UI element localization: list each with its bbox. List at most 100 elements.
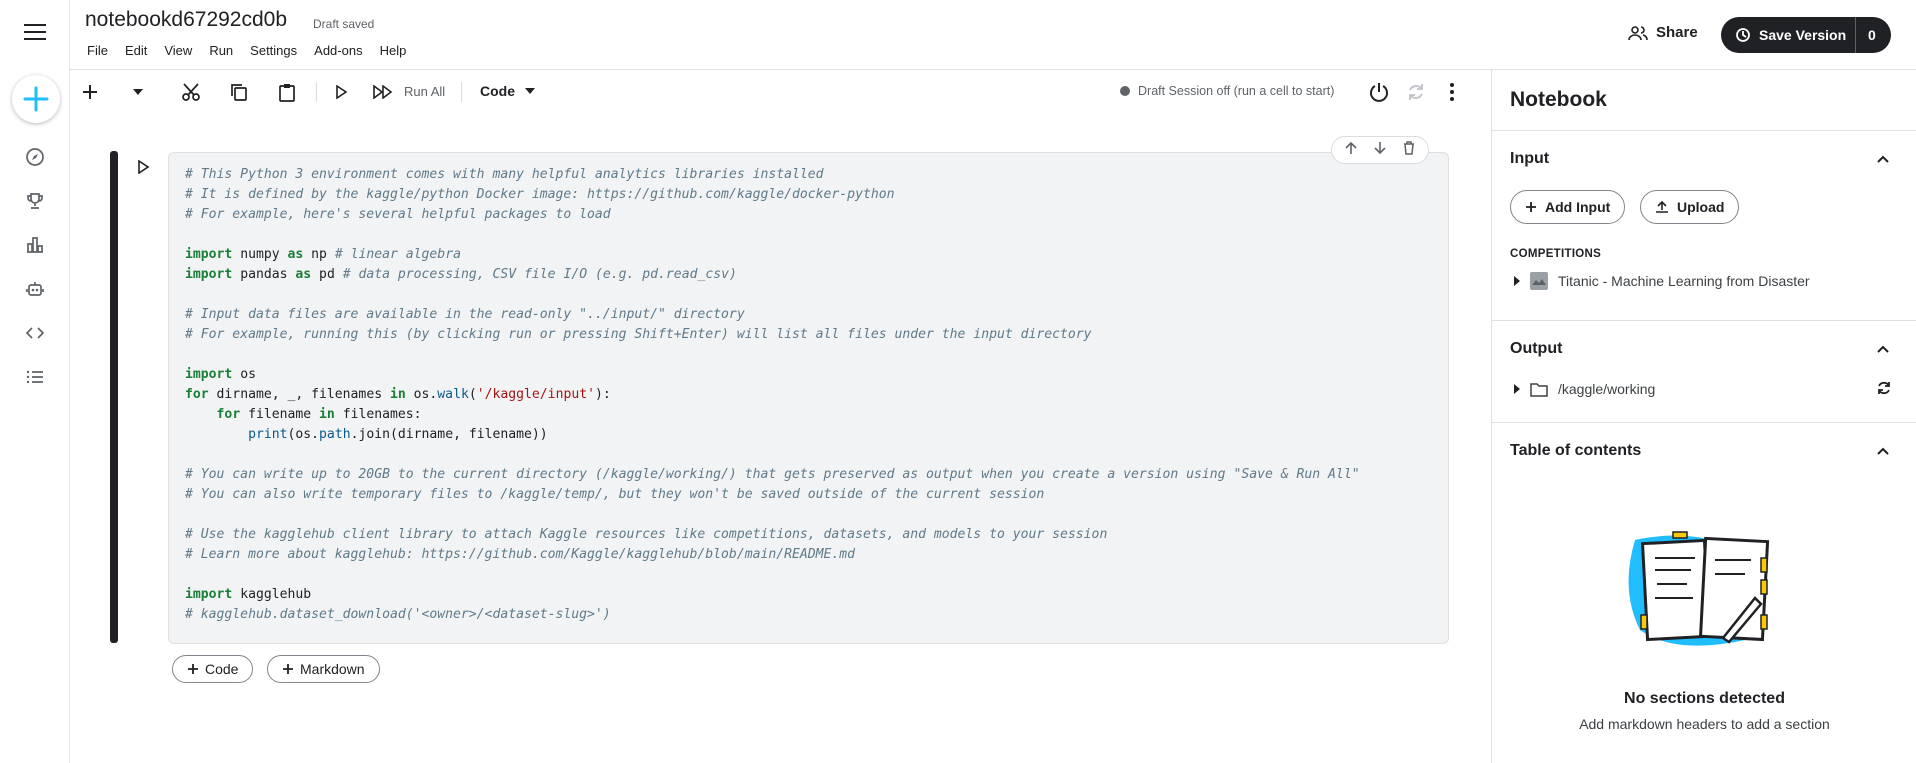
output-path: /kaggle/working <box>1558 381 1656 397</box>
copy-button[interactable] <box>228 81 250 103</box>
code-token: # kagglehub.dataset_download('<owner>/<d… <box>185 607 611 622</box>
code-token: os <box>232 367 256 382</box>
divider <box>1492 130 1916 131</box>
menu-icon[interactable] <box>24 24 46 40</box>
chevron-up-icon[interactable] <box>1876 444 1890 458</box>
code-token: walk <box>437 387 469 402</box>
code-token: np <box>303 247 335 262</box>
code-token: pd <box>311 267 343 282</box>
menu-item-file[interactable]: File <box>87 43 108 58</box>
divider <box>1492 320 1916 321</box>
run-icon <box>138 159 150 175</box>
code-token: # It is defined by the kaggle/python Doc… <box>185 187 895 202</box>
move-up-button[interactable] <box>1344 141 1358 160</box>
more-vert-icon <box>1450 83 1454 101</box>
menu-item-view[interactable]: View <box>164 43 192 58</box>
share-button[interactable]: Share <box>1628 24 1698 41</box>
code-token: # data processing, CSV file I/O (e.g. pd… <box>342 267 737 282</box>
code-line: # Learn more about kagglehub: https://gi… <box>185 545 1360 565</box>
session-status-text: Draft Session off (run a cell to start) <box>1138 84 1335 98</box>
code-editor[interactable]: # This Python 3 environment comes with m… <box>185 165 1360 625</box>
save-version-button[interactable]: Save Version 0 <box>1721 17 1891 53</box>
more-options-button[interactable] <box>1441 81 1463 103</box>
code-line: # For example, running this (by clicking… <box>185 325 1360 345</box>
chevron-up-icon[interactable] <box>1876 152 1890 166</box>
code-line: # It is defined by the kaggle/python Doc… <box>185 185 1360 205</box>
table-icon[interactable] <box>24 234 46 256</box>
input-heading[interactable]: Input <box>1510 150 1549 168</box>
competition-item[interactable]: Titanic - Machine Learning from Disaster <box>1514 272 1810 290</box>
add-cell-dropdown[interactable] <box>127 81 149 103</box>
cell-actions <box>1331 136 1429 164</box>
plus-icon <box>23 86 49 112</box>
code-line: # kagglehub.dataset_download('<owner>/<d… <box>185 605 1360 625</box>
left-rail <box>0 0 70 763</box>
plus-icon <box>283 664 293 674</box>
add-markdown-cell-button[interactable]: Markdown <box>267 655 380 683</box>
version-count[interactable]: 0 <box>1855 17 1891 53</box>
power-button[interactable] <box>1368 81 1390 103</box>
menu-item-add-ons[interactable]: Add-ons <box>314 43 362 58</box>
code-line: import kagglehub <box>185 585 1360 605</box>
code-token: # linear algebra <box>334 247 461 262</box>
trash-icon <box>1404 140 1415 155</box>
cut-button[interactable] <box>180 81 202 103</box>
code-line: for filename in filenames: <box>185 405 1360 425</box>
menu-item-run[interactable]: Run <box>209 43 233 58</box>
competition-name: Titanic - Machine Learning from Disaster <box>1558 273 1810 289</box>
delete-cell-button[interactable] <box>1402 140 1416 160</box>
chevron-up-icon[interactable] <box>1876 342 1890 356</box>
cell-type-select[interactable]: Code <box>480 83 535 99</box>
paste-button[interactable] <box>276 81 298 103</box>
toolbar-divider <box>461 82 462 102</box>
code-token: # This Python 3 environment comes with m… <box>185 167 824 182</box>
people-icon <box>1628 25 1648 40</box>
sync-icon[interactable] <box>1876 380 1892 396</box>
no-sections-hint: Add markdown headers to add a section <box>1579 716 1830 732</box>
code-line: import numpy as np # linear algebra <box>185 245 1360 265</box>
add-code-cell-button[interactable]: Code <box>172 655 254 683</box>
notebook-side-panel: Notebook Input Add Input Upload COMPETIT… <box>1491 70 1916 763</box>
folder-icon <box>1530 382 1548 397</box>
menu-item-edit[interactable]: Edit <box>125 43 147 58</box>
arrow-down-icon <box>1374 141 1386 154</box>
run-cell-button[interactable] <box>330 81 352 103</box>
toc-heading[interactable]: Table of contents <box>1510 442 1641 460</box>
robot-icon[interactable] <box>24 278 46 300</box>
code-token: # For example, running this (by clicking… <box>185 327 1092 342</box>
restart-button[interactable] <box>1405 81 1427 103</box>
output-folder-item[interactable]: /kaggle/working <box>1514 381 1655 397</box>
code-token: # Use the kagglehub client library to at… <box>185 527 1108 542</box>
compass-icon[interactable] <box>24 146 46 168</box>
upload-button[interactable]: Upload <box>1640 190 1740 224</box>
code-token: print <box>248 427 288 442</box>
add-cell-button[interactable] <box>79 81 101 103</box>
code-token: ( <box>468 387 477 402</box>
list-icon[interactable] <box>24 366 46 388</box>
menu-item-help[interactable]: Help <box>380 43 407 58</box>
caret-right-icon <box>1514 276 1520 286</box>
run-icon <box>336 85 348 99</box>
trophy-icon[interactable] <box>24 190 46 212</box>
plus-icon <box>83 85 97 99</box>
output-heading[interactable]: Output <box>1510 340 1562 358</box>
move-down-button[interactable] <box>1373 141 1387 160</box>
create-button[interactable] <box>12 75 60 123</box>
code-token: filename <box>240 407 320 422</box>
run-all-button[interactable] <box>372 81 394 103</box>
empty-notebook-illustration <box>1628 531 1770 646</box>
run-all-label[interactable]: Run All <box>404 84 445 99</box>
run-cell-inline-button[interactable] <box>136 159 150 179</box>
menu-item-settings[interactable]: Settings <box>250 43 297 58</box>
code-token: # You can write up to 20GB to the curren… <box>185 467 1360 482</box>
code-icon[interactable] <box>24 322 46 344</box>
code-token: for <box>216 407 241 422</box>
code-token: import <box>185 367 233 382</box>
upload-label: Upload <box>1677 199 1725 215</box>
add-input-button[interactable]: Add Input <box>1510 190 1626 224</box>
run-all-icon <box>373 85 393 99</box>
notebook-title[interactable]: notebookd67292cd0b <box>85 8 287 32</box>
save-version-icon <box>1736 28 1750 42</box>
